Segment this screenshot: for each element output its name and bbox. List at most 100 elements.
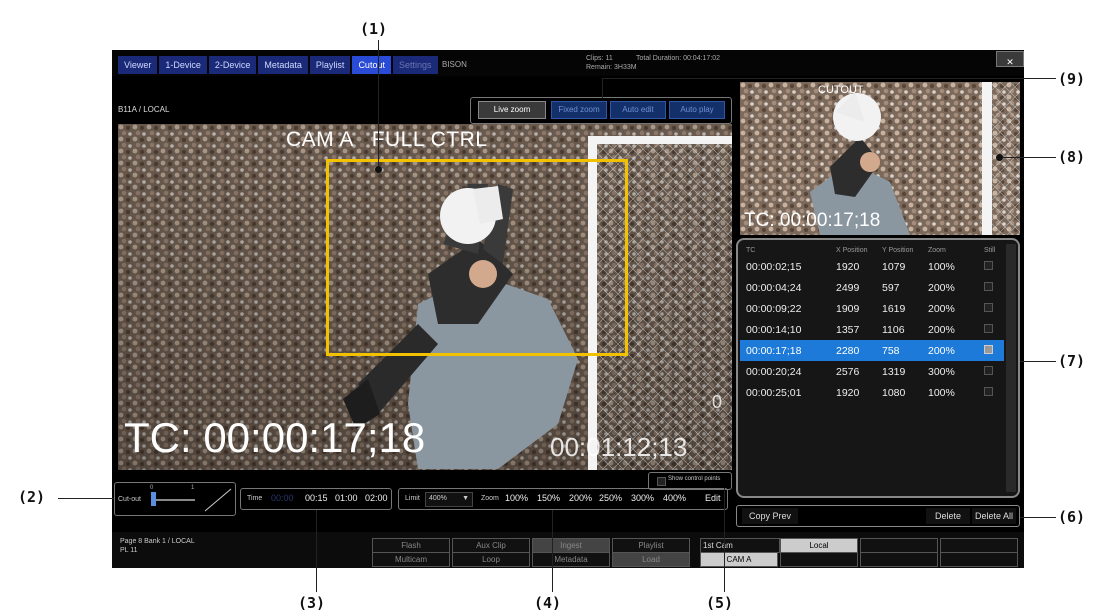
auto-edit-button[interactable]: Auto edit xyxy=(610,101,666,119)
footer-multicam[interactable]: Multicam xyxy=(372,552,450,567)
table-row[interactable]: 00:00:04;24 2499 597 200% xyxy=(740,277,1004,298)
callout-8-line xyxy=(1000,157,1056,158)
still-checkbox[interactable] xyxy=(984,323,993,333)
preview-title: CUTOUT xyxy=(818,84,864,96)
footer-empty-4[interactable] xyxy=(940,538,1018,553)
cutout-slider-thumb[interactable] xyxy=(151,492,156,506)
table-row[interactable]: 00:00:25;01 1920 1080 100% xyxy=(740,382,1004,403)
main-viewer[interactable]: CAM A FULL CTRL TC: 00:00:17;18 00:01:12… xyxy=(118,124,732,470)
page-bank-label: Page 8 Bank 1 / LOCAL xyxy=(120,538,195,545)
tab-cutout[interactable]: Cutout xyxy=(352,56,391,74)
cutout-slider[interactable] xyxy=(151,499,195,501)
col-tc: TC xyxy=(746,246,756,254)
still-checkbox[interactable] xyxy=(984,344,993,354)
zoom-control: Limit 400% ▼ Zoom 100% 150% 200% 250% 30… xyxy=(398,488,728,510)
footer-loop[interactable]: Loop xyxy=(452,552,530,567)
footer-empty-2[interactable] xyxy=(860,538,938,553)
table-row[interactable]: 00:00:09;22 1909 1619 200% xyxy=(740,298,1004,319)
footer-flash[interactable]: Flash xyxy=(372,538,450,553)
delete-all-button[interactable]: Delete All xyxy=(972,508,1016,524)
callout-7-line xyxy=(1020,361,1056,362)
footer-empty-5[interactable] xyxy=(940,552,1018,567)
callout-6: (6) xyxy=(1058,508,1086,526)
list-body: TC X Position Y Position Zoom Still 00:0… xyxy=(740,244,1004,403)
zoom-option-300[interactable]: 300% xyxy=(631,493,654,503)
time-option-0[interactable]: 00:00 xyxy=(271,493,294,503)
tab-metadata[interactable]: Metadata xyxy=(258,56,308,74)
table-row[interactable]: 00:00:14;10 1357 1106 200% xyxy=(740,319,1004,340)
row-zoom: 300% xyxy=(928,365,955,378)
row-y-position: 758 xyxy=(876,340,922,361)
cutout-control: Cut-out 0 1 xyxy=(114,482,236,516)
table-row[interactable]: 00:00:20;24 2576 1319 300% xyxy=(740,361,1004,382)
time-option-1[interactable]: 00:15 xyxy=(305,493,328,503)
footer-empty-1[interactable] xyxy=(780,552,858,567)
still-checkbox[interactable] xyxy=(984,386,993,396)
time-control: Time 00:00 00:15 01:00 02:00 xyxy=(240,488,392,510)
table-row[interactable]: 00:00:02;15 1920 1079 100% xyxy=(740,256,1004,277)
first-cam-button[interactable]: 1st Cam xyxy=(700,538,780,553)
row-still xyxy=(978,382,1004,403)
tab-playlist[interactable]: Playlist xyxy=(309,56,351,74)
pl-label: PL 11 xyxy=(120,547,138,554)
footer-load[interactable]: Load xyxy=(612,552,690,567)
zoom-option-400[interactable]: 400% xyxy=(663,493,686,503)
copy-prev-button[interactable]: Copy Prev xyxy=(742,508,798,524)
remain-time: Remain: 3H33M xyxy=(586,64,637,71)
still-checkbox[interactable] xyxy=(984,260,993,270)
clip-duration: 00:01:12;13 xyxy=(550,432,688,462)
still-checkbox[interactable] xyxy=(984,302,993,312)
zoom-option-250[interactable]: 250% xyxy=(599,493,622,503)
row-zoom: 100% xyxy=(928,260,955,273)
time-option-3[interactable]: 02:00 xyxy=(365,493,388,503)
callout-8-dot xyxy=(996,154,1003,161)
still-checkbox[interactable] xyxy=(984,365,993,375)
footer-aux-clip[interactable]: Aux Clip xyxy=(452,538,530,553)
cam-a-button[interactable]: CAM A xyxy=(700,552,778,567)
side-digit: 0 xyxy=(712,392,723,412)
zoom-option-200[interactable]: 200% xyxy=(569,493,592,503)
callout-3: (3) xyxy=(298,594,326,612)
row-tc: 00:00:25;01 xyxy=(746,386,802,399)
fixed-zoom-button[interactable]: Fixed zoom xyxy=(551,101,607,119)
list-scrollbar[interactable] xyxy=(1006,244,1016,492)
callout-2-line xyxy=(58,498,114,499)
callout-5-line xyxy=(724,488,725,592)
row-y-position: 1619 xyxy=(882,302,906,315)
tab-2-device[interactable]: 2-Device xyxy=(208,56,257,74)
zoom-option-150[interactable]: 150% xyxy=(537,493,560,503)
still-checkbox[interactable] xyxy=(984,281,993,291)
footer-empty-3[interactable] xyxy=(860,552,938,567)
zoom-option-100[interactable]: 100% xyxy=(505,493,528,503)
row-zoom: 200% xyxy=(922,340,978,361)
delete-button[interactable]: Delete xyxy=(926,508,970,524)
limit-value: 400% xyxy=(429,495,447,502)
row-x-position: 2280 xyxy=(830,340,876,361)
live-zoom-button[interactable]: Live zoom xyxy=(478,101,546,119)
callout-9: (9) xyxy=(1058,70,1086,88)
row-y-position: 1319 xyxy=(882,365,906,378)
tab-settings[interactable]: Settings xyxy=(392,56,438,74)
table-row[interactable]: 00:00:17;18 2280 758 200% xyxy=(740,340,1004,361)
footer-ingest[interactable]: Ingest xyxy=(532,538,610,553)
callout-6-line xyxy=(1020,517,1056,518)
show-control-points-checkbox[interactable] xyxy=(657,477,666,486)
footer-playlist[interactable]: Playlist xyxy=(612,538,690,553)
server-name: BISON xyxy=(442,60,467,69)
local-button[interactable]: Local xyxy=(780,538,858,553)
cam-label: CAM A FULL CTRL xyxy=(286,128,488,151)
row-tc: 00:00:04;24 xyxy=(746,281,802,294)
cutout-curve-icon xyxy=(204,488,232,512)
control-point-table: TC X Position Y Position Zoom Still 00:0… xyxy=(740,244,1004,403)
time-option-2[interactable]: 01:00 xyxy=(335,493,358,503)
auto-play-button[interactable]: Auto play xyxy=(669,101,725,119)
tab-viewer[interactable]: Viewer xyxy=(118,56,158,74)
cutout-max: 1 xyxy=(191,485,195,491)
close-button[interactable]: ✕ xyxy=(996,51,1024,67)
row-zoom: 200% xyxy=(928,281,955,294)
limit-select[interactable]: 400% ▼ xyxy=(425,492,473,507)
edit-button[interactable]: Edit xyxy=(705,493,721,503)
highlight-box[interactable] xyxy=(326,159,628,356)
tab-1-device[interactable]: 1-Device xyxy=(159,56,207,74)
footer-metadata[interactable]: Metadata xyxy=(532,552,610,567)
